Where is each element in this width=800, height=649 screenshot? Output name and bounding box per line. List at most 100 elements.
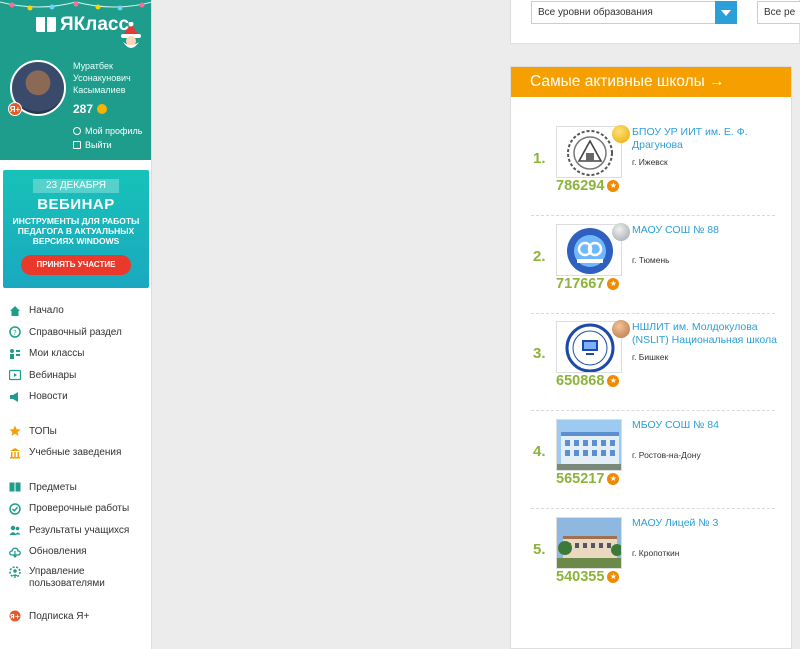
profile-link[interactable]: Мой профиль — [73, 126, 142, 136]
school-name-link[interactable]: МАОУ Лицей № 3 — [632, 517, 782, 530]
star-icon: ★ — [607, 278, 620, 290]
sidebar-item-label: Подписка Я+ — [29, 610, 90, 622]
check-circle-icon — [9, 503, 21, 515]
bronze-medal-icon — [612, 320, 630, 338]
list-item: 3. НШЛИТ им. Молдокулова (NSLIT) Национа… — [531, 320, 777, 411]
sidebar-item-results[interactable]: Результаты учащихся — [0, 520, 152, 542]
school-building-icon — [557, 518, 621, 568]
school-score: 717667 ★ — [556, 276, 620, 292]
user-name-line: Касымалиев — [73, 85, 126, 95]
join-button[interactable]: ПРИНЯТЬ УЧАСТИЕ — [21, 255, 131, 275]
sidebar-item-label: Предметы — [29, 481, 77, 493]
education-level-value: Все уровни образования — [538, 7, 653, 18]
score-value: 650868 — [556, 373, 605, 389]
score-value: 717667 — [556, 276, 605, 292]
sidebar-item-label: Обновления — [29, 546, 87, 558]
sidebar-item-label: Управление пользователями — [29, 565, 105, 589]
school-score: 540355 ★ — [556, 569, 620, 585]
sidebar-item-updates[interactable]: Обновления — [0, 541, 152, 563]
school-rank: 3. — [533, 345, 546, 362]
users-icon — [9, 524, 21, 536]
region-value: Все ре — [764, 7, 796, 18]
svg-text:Я+: Я+ — [10, 613, 20, 621]
school-photo[interactable] — [556, 517, 622, 569]
sidebar-item-label: Мои классы — [29, 348, 85, 360]
banner-title: ВЕБИНАР — [37, 196, 115, 213]
school-name-link[interactable]: БПОУ УР ИИТ им. Е. Ф. Драгунова — [632, 126, 782, 152]
school-name-link[interactable]: МАОУ СОШ № 88 — [632, 224, 782, 237]
classes-icon — [9, 348, 21, 360]
megaphone-icon — [9, 391, 21, 403]
list-item: 2. МАОУ СОШ № 88 г. Тюмень 717667 ★ — [531, 223, 775, 314]
webinar-banner[interactable]: 23 ДЕКАБРЯ ВЕБИНАР ИНСТРУМЕНТЫ ДЛЯ РАБОТ… — [3, 170, 149, 288]
school-rank: 4. — [533, 443, 546, 460]
logout-link[interactable]: Выйти — [73, 140, 112, 150]
chevron-down-icon[interactable] — [715, 1, 737, 24]
school-city: г. Тюмень — [632, 255, 670, 265]
school-city: г. Ижевск — [632, 157, 668, 167]
school-rank: 5. — [533, 541, 546, 558]
list-item: 1. БПОУ УР ИИТ им. Е. Ф. Драгунова г. Иж… — [531, 125, 775, 216]
user-name-line: Муратбек — [73, 61, 113, 71]
school-city: г. Ростов-на-Дону — [632, 450, 701, 460]
divider — [531, 313, 775, 314]
user-name: Муратбек Усонакунович Касымалиев — [73, 60, 151, 96]
panel-title[interactable]: Самые активные школы → — [511, 67, 791, 97]
sidebar-item-label: Начало — [29, 305, 64, 317]
cloud-icon — [9, 546, 21, 558]
sidebar-item-news[interactable]: Новости — [0, 386, 152, 408]
sidebar-item-home[interactable]: Начало — [0, 300, 152, 322]
sidebar-item-classes[interactable]: Мои классы — [0, 343, 152, 365]
star-icon: ★ — [607, 473, 620, 485]
sidebar-item-tests[interactable]: Проверочные работы — [0, 498, 152, 520]
user-settings-icon — [9, 565, 21, 578]
book-icon — [9, 481, 21, 493]
school-score: 786294 ★ — [556, 178, 620, 194]
help-icon: ? — [9, 326, 21, 338]
score-value: 786294 — [556, 178, 605, 194]
sidebar-item-help[interactable]: ? Справочный раздел — [0, 322, 152, 344]
coin-icon — [97, 104, 108, 114]
sidebar-item-user-management[interactable]: Управление пользователями — [0, 563, 152, 593]
school-rank: 1. — [533, 150, 546, 167]
subscription-badge: Я+ — [8, 102, 22, 116]
sidebar-item-webinars[interactable]: Вебинары — [0, 365, 152, 387]
divider — [531, 410, 775, 411]
institution-icon — [9, 447, 21, 459]
santa-icon — [121, 22, 141, 48]
education-level-select[interactable]: Все уровни образования — [531, 1, 737, 24]
user-points: 287 — [73, 102, 108, 116]
divider — [531, 215, 775, 216]
divider — [531, 508, 775, 509]
sidebar-item-label: Проверочные работы — [29, 503, 130, 515]
score-value: 565217 — [556, 471, 605, 487]
school-name-link[interactable]: МБОУ СОШ № 84 — [632, 419, 782, 432]
sidebar-nav: Начало ? Справочный раздел Мои классы Ве… — [0, 300, 152, 627]
school-city: г. Кропоткин — [632, 548, 680, 558]
sidebar-item-subjects[interactable]: Предметы — [0, 477, 152, 499]
list-item: 4. МБОУ СОШ № 84 г. Ростов-на-Дону 56521… — [531, 419, 775, 509]
star-icon — [9, 425, 21, 437]
sidebar-item-tops[interactable]: ТОПы — [0, 421, 152, 443]
profile-link-label: Мой профиль — [85, 126, 143, 136]
school-score: 565217 ★ — [556, 471, 620, 487]
school-building-icon — [557, 420, 621, 470]
school-photo[interactable] — [556, 419, 622, 471]
user-icon — [73, 127, 81, 135]
region-select[interactable]: Все ре — [757, 1, 800, 24]
sidebar-item-label: Учебные заведения — [29, 447, 122, 459]
school-rank: 2. — [533, 248, 546, 265]
logout-icon — [73, 141, 81, 149]
sidebar: ЯКласс Я+ Муратбек Усонакунович Касымали… — [0, 0, 152, 649]
sidebar-item-subscription[interactable]: Я+ Подписка Я+ — [0, 606, 152, 628]
sidebar-item-institutions[interactable]: Учебные заведения — [0, 442, 152, 464]
star-icon: ★ — [607, 180, 620, 192]
school-name-link[interactable]: НШЛИТ им. Молдокулова (NSLIT) Национальн… — [632, 321, 782, 347]
list-item: 5. МАОУ Лицей № 3 г. Кропоткин 540355 ★ — [531, 517, 775, 599]
book-icon — [36, 17, 56, 33]
sidebar-item-label: ТОПы — [29, 425, 57, 437]
play-icon — [9, 369, 21, 381]
banner-date: 23 ДЕКАБРЯ — [33, 179, 119, 193]
school-score: 650868 ★ — [556, 373, 620, 389]
sidebar-item-label: Результаты учащихся — [29, 524, 130, 536]
